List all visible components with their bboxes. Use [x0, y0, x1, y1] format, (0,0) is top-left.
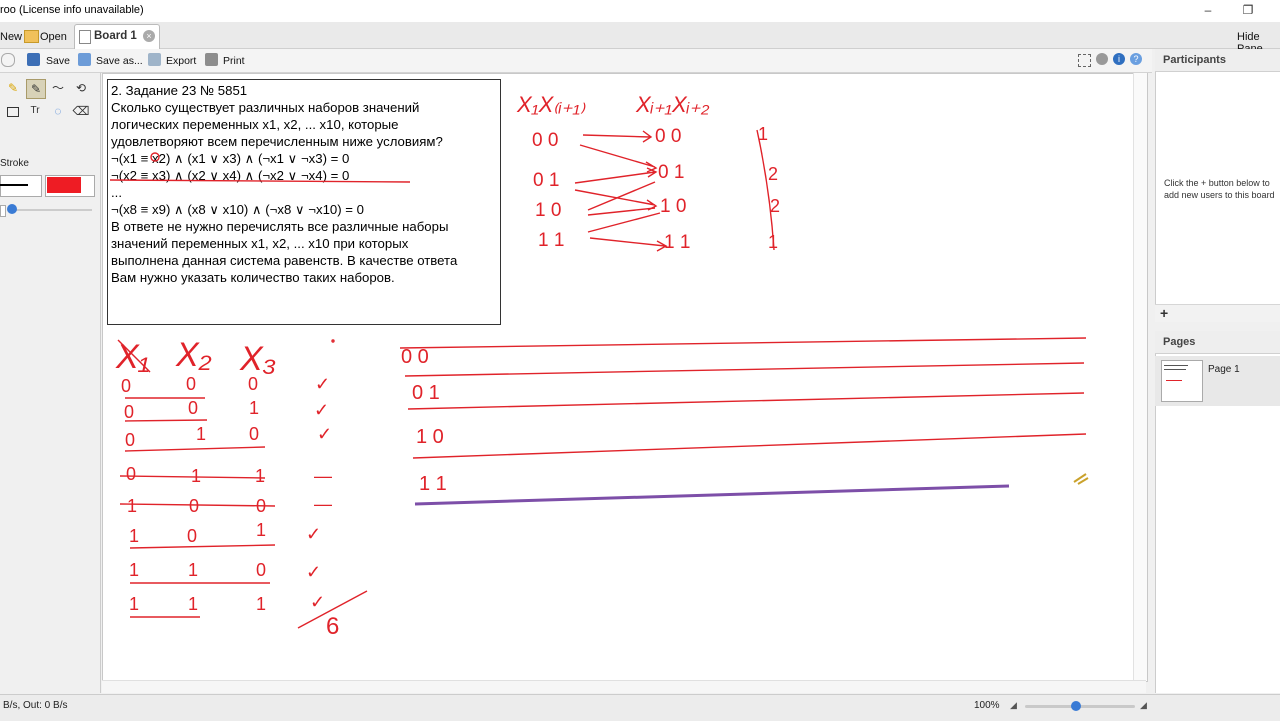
task-line: логических переменных x1, x2, ... x10, к… — [111, 117, 399, 132]
task-line: 2. Задание 23 № 5851 — [111, 83, 248, 98]
back-icon[interactable] — [1, 53, 15, 67]
freeform-icon[interactable]: 〜 — [49, 79, 67, 97]
pages-header: Pages — [1155, 331, 1280, 354]
gear-icon[interactable] — [1096, 53, 1108, 65]
tab-bar — [0, 22, 1280, 49]
fullscreen-icon[interactable] — [1078, 54, 1091, 67]
page-thumbnail — [1161, 360, 1203, 402]
export-button[interactable]: Export — [166, 55, 196, 67]
thumb-line — [1164, 369, 1186, 370]
task-line: значений переменных x1, x2, ... x10 при … — [111, 236, 409, 251]
participants-header: Participants — [1155, 49, 1280, 72]
status-bar: B/s, Out: 0 B/s 100% ◢ ◢ — [0, 694, 1280, 721]
folder-icon — [24, 30, 39, 43]
task-line: В ответе не нужно перечислять все различ… — [111, 219, 449, 234]
lasso-icon[interactable]: ⟲ — [72, 79, 90, 97]
tab-board-1[interactable]: Board 1 × — [74, 24, 160, 49]
tab-label: Board 1 — [94, 30, 137, 42]
stroke-label: Stroke — [0, 158, 29, 169]
horizontal-scrollbar[interactable] — [102, 680, 1146, 693]
task-line: ¬(x8 ≡ x9) ∧ (x8 ∨ x10) ∧ (¬x8 ∨ ¬x10) =… — [111, 202, 364, 217]
task-line: Вам нужно указать количество таких набор… — [111, 270, 395, 285]
stroke-style-select[interactable] — [0, 175, 42, 197]
tool-panel: ✎ ✎ 〜 ⟲ Tr ◌ ⌫ Stroke — [0, 73, 101, 693]
zoom-level: 100% — [974, 700, 1000, 711]
rectangle-icon[interactable] — [7, 107, 19, 117]
save-button[interactable]: Save — [46, 55, 70, 67]
pencil-icon[interactable]: ✎ — [4, 79, 22, 97]
stroke-line-preview — [0, 184, 28, 186]
thumb-line — [1164, 365, 1188, 366]
stroke-color-swatch — [47, 177, 81, 193]
task-line: ... — [111, 185, 122, 200]
print-icon — [205, 53, 218, 66]
info-icon[interactable]: i — [1113, 53, 1125, 65]
task-line: Сколько существует различных наборов зна… — [111, 100, 420, 115]
print-button[interactable]: Print — [223, 55, 245, 67]
vertical-scrollbar[interactable] — [1133, 73, 1147, 680]
close-tab-icon[interactable]: × — [143, 30, 155, 42]
participants-title: Participants — [1163, 54, 1226, 66]
open-button[interactable]: Open — [40, 31, 67, 43]
participants-footer: + — [1155, 304, 1280, 322]
page-label: Page 1 — [1208, 364, 1240, 375]
traffic-status: B/s, Out: 0 B/s — [3, 700, 68, 711]
text-tool-icon[interactable]: Tr — [26, 102, 44, 120]
save-as-button[interactable]: Save as... — [96, 55, 143, 67]
eraser-icon[interactable]: ⌫ — [72, 102, 90, 120]
zoom-in-icon[interactable]: ◢ — [1140, 700, 1147, 711]
task-line: ¬(x1 ≡ x2) ∧ (x1 ∨ x3) ∧ (¬x1 ∨ ¬x3) = 0 — [111, 151, 350, 166]
task-line: удовлетворяют всем перечисленным ниже ус… — [111, 134, 443, 149]
new-tab-button[interactable]: New — [0, 31, 22, 43]
title-bar: roo (License info unavailable) – ❐ — [0, 0, 1280, 23]
participants-hint: Click the + button below to add new user… — [1164, 178, 1275, 200]
thumb-ink — [1166, 374, 1182, 381]
help-icon[interactable]: ? — [1130, 53, 1142, 65]
restore-button[interactable]: ❐ — [1239, 2, 1257, 18]
highlighter-icon[interactable]: ✎ — [26, 79, 46, 99]
save-as-icon — [78, 53, 91, 66]
page-item-1[interactable]: Page 1 — [1155, 356, 1280, 406]
window-title: roo (License info unavailable) — [0, 4, 144, 16]
export-icon — [148, 53, 161, 66]
speech-bubble-icon[interactable]: ◌ — [49, 102, 67, 120]
opacity-box — [0, 205, 6, 217]
save-icon — [27, 53, 40, 66]
task-line: ¬(x2 ≡ x3) ∧ (x2 ∨ x4) ∧ (¬x2 ∨ ¬x4) = 0 — [111, 168, 350, 183]
add-participant-button[interactable]: + — [1160, 305, 1168, 321]
thickness-slider-handle[interactable] — [7, 204, 17, 214]
zoom-slider-handle[interactable] — [1071, 701, 1081, 711]
document-icon — [79, 30, 91, 44]
zoom-out-icon[interactable]: ◢ — [1010, 700, 1017, 711]
thickness-slider-track[interactable] — [10, 209, 92, 211]
task-line: выполнена данная система равенств. В кач… — [111, 253, 458, 268]
pages-title: Pages — [1163, 336, 1196, 348]
minimize-button[interactable]: – — [1199, 2, 1217, 18]
task-textbox[interactable]: 2. Задание 23 № 5851 Сколько существует … — [107, 79, 501, 325]
